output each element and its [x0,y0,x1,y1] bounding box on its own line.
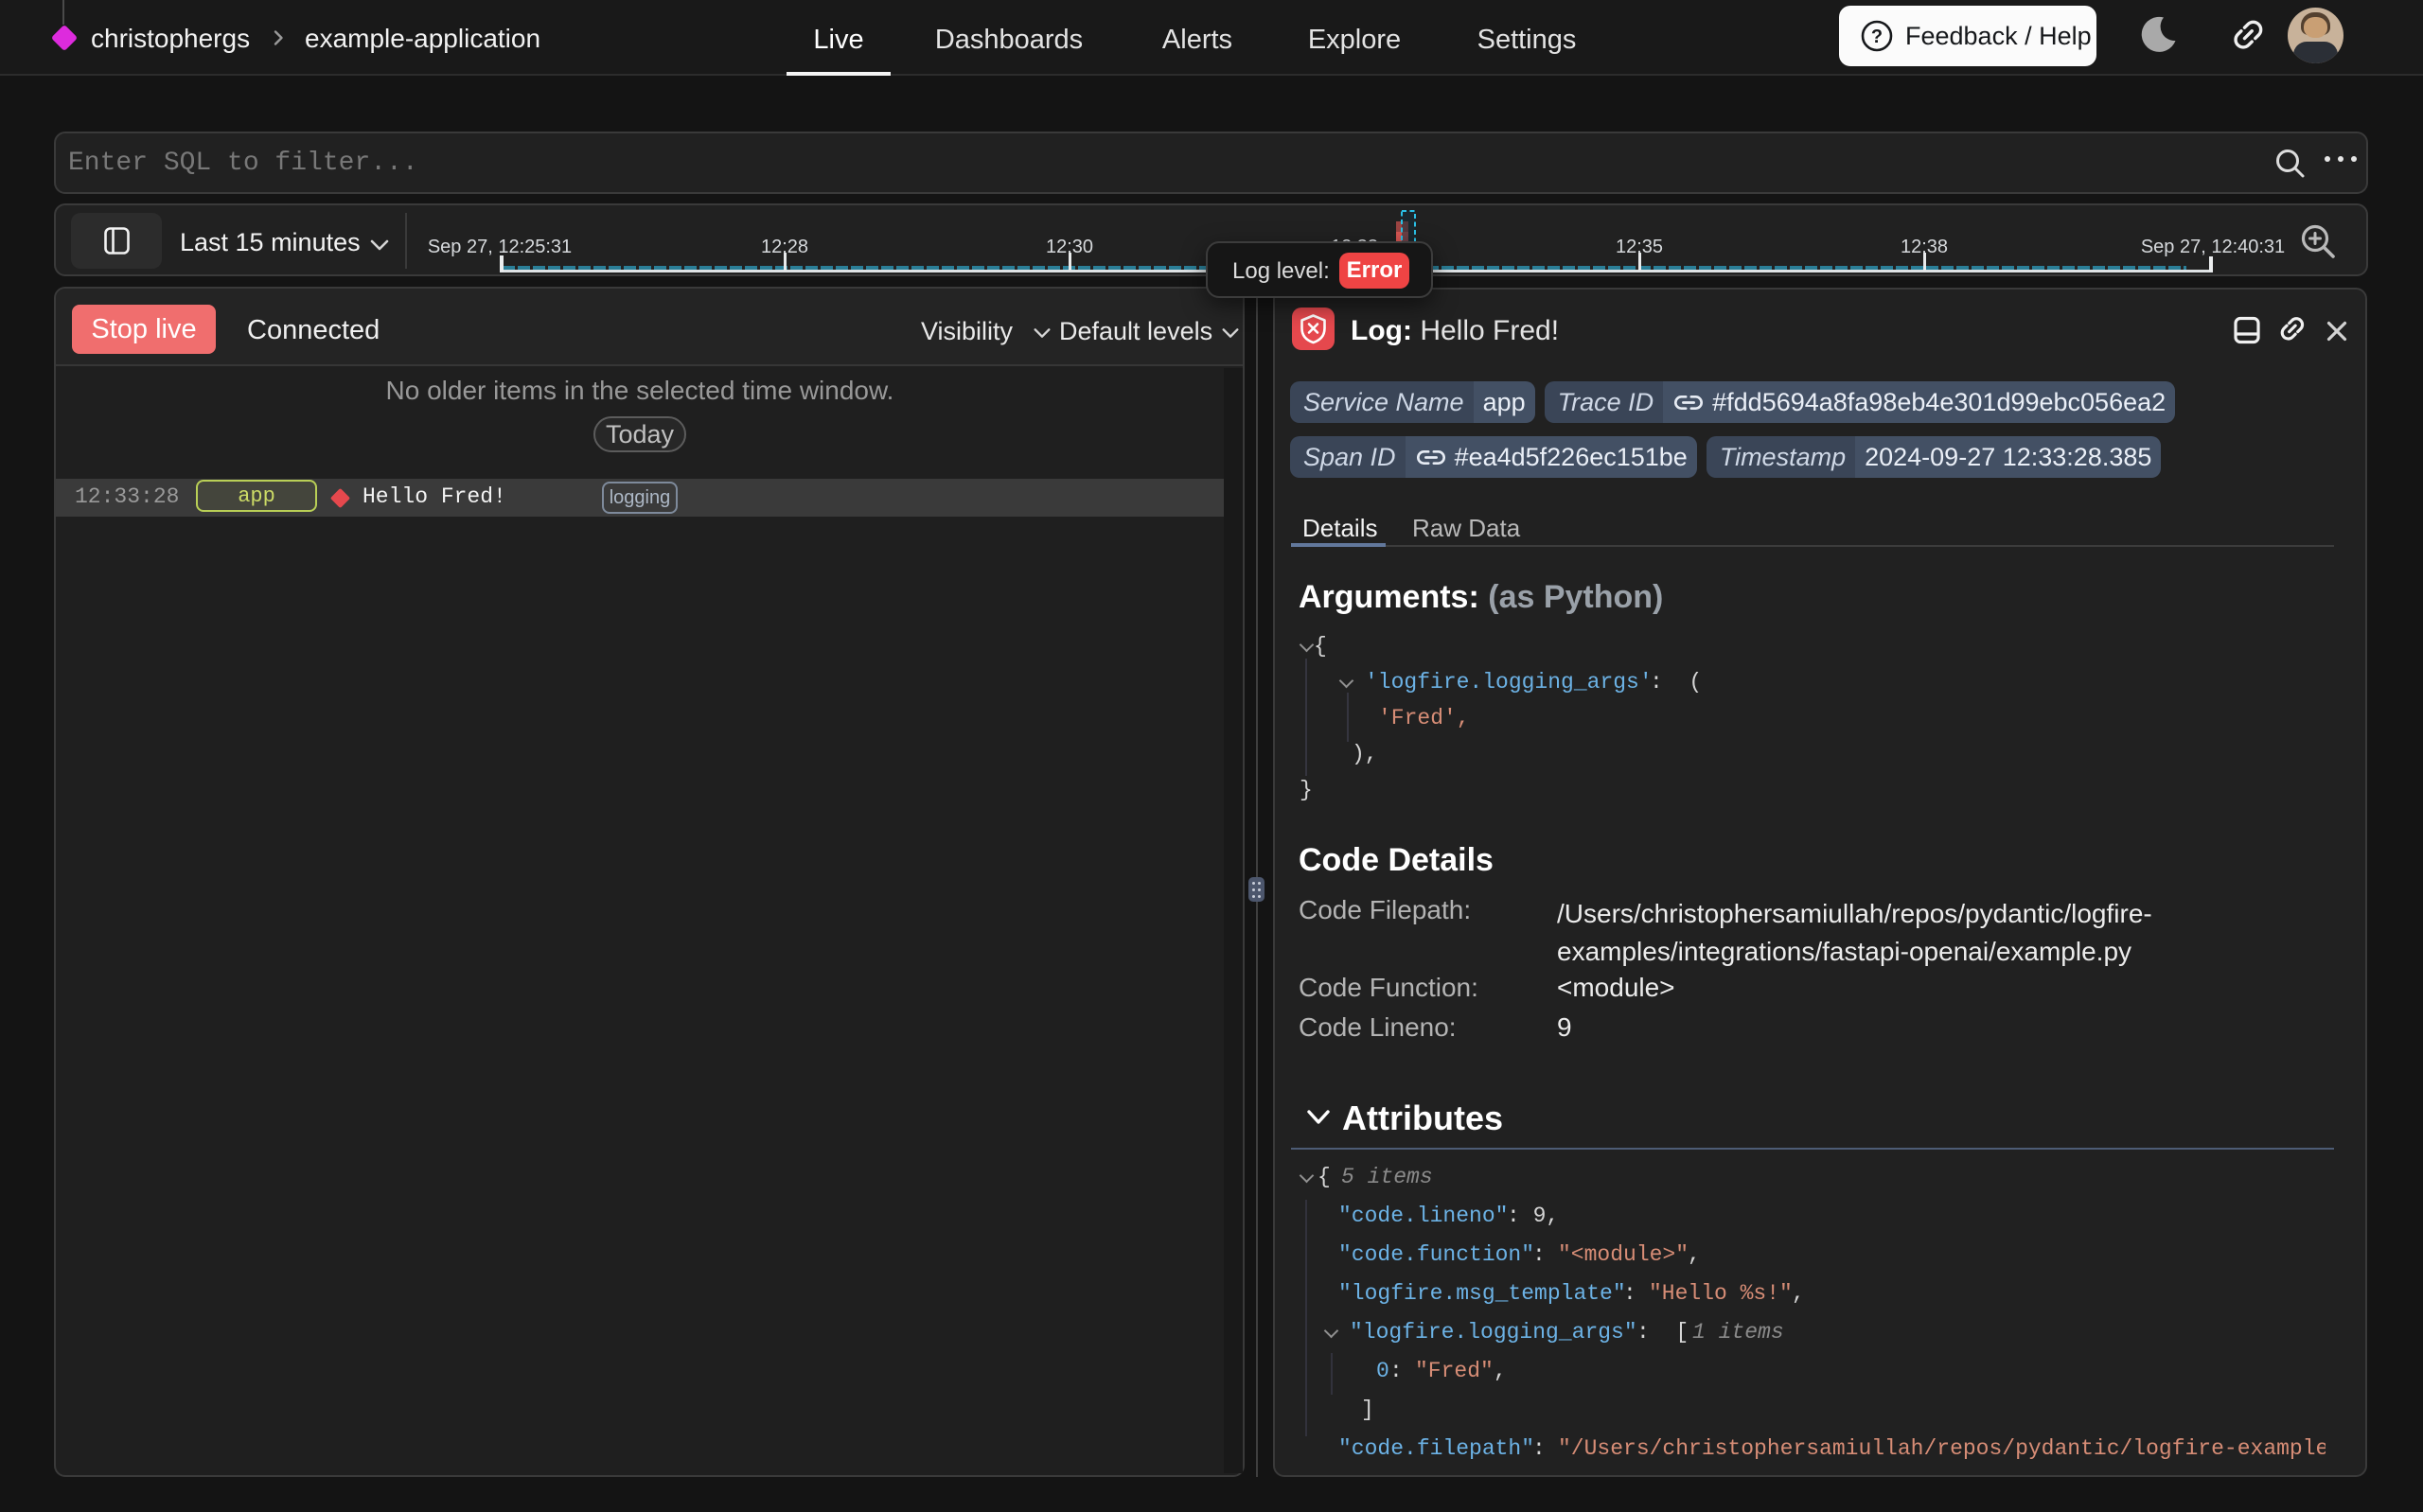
svg-text:?: ? [1871,26,1883,47]
